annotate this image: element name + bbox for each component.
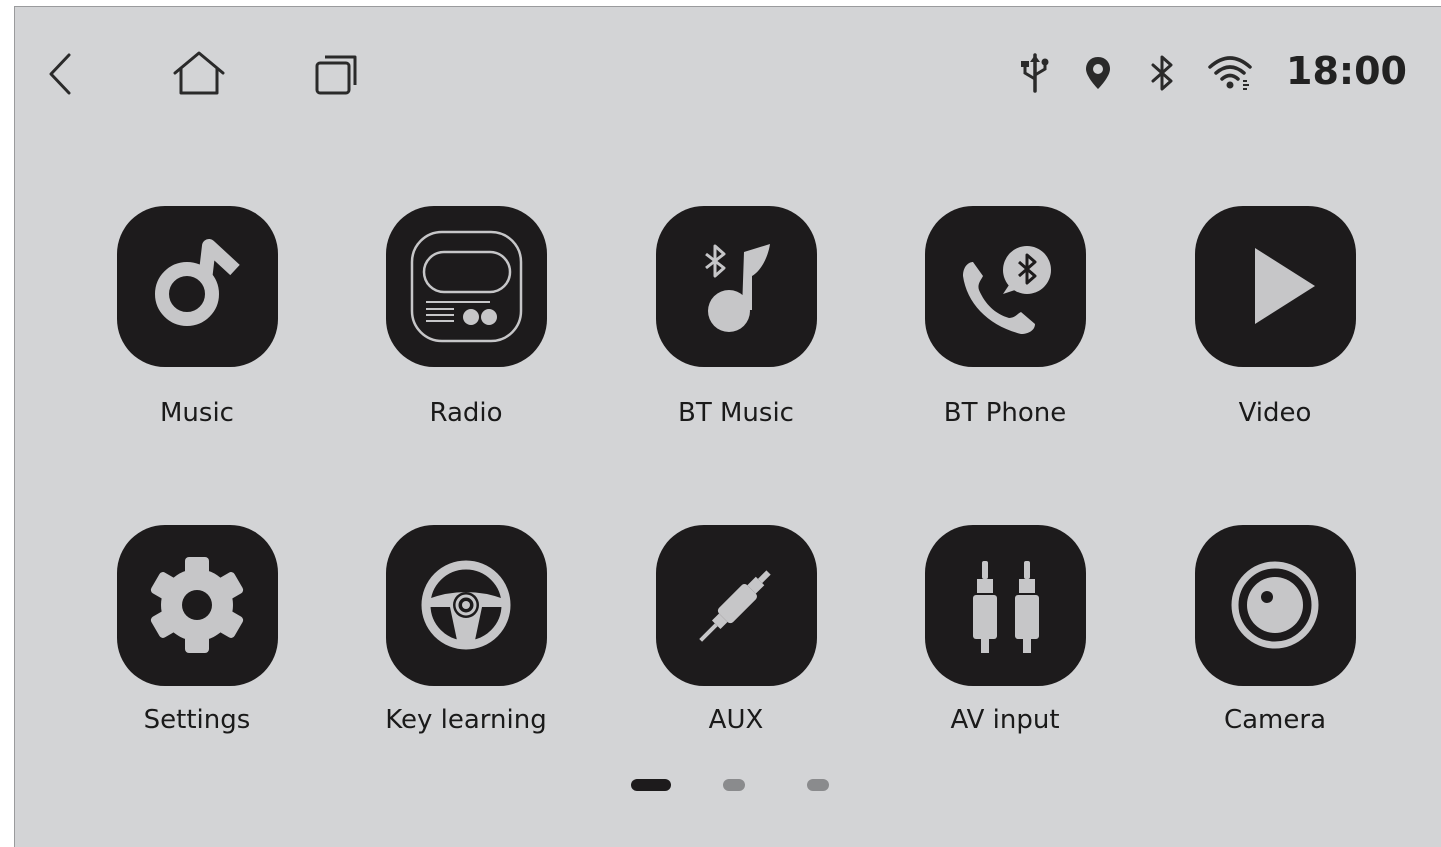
- app-tile[interactable]: [925, 525, 1086, 686]
- app-video[interactable]: Video: [1135, 206, 1375, 456]
- app-settings[interactable]: Settings: [57, 525, 297, 775]
- page-indicator-3[interactable]: [807, 779, 829, 791]
- home-button[interactable]: [169, 49, 229, 99]
- music-note-icon: [155, 239, 240, 326]
- bluetooth-phone-icon: [963, 246, 1051, 334]
- page-indicator-2[interactable]: [723, 779, 745, 791]
- bluetooth-icon: [1151, 55, 1173, 91]
- app-label: Radio: [429, 398, 503, 428]
- gear-icon: [150, 557, 244, 653]
- play-icon: [1255, 248, 1315, 324]
- app-label: BT Music: [678, 398, 794, 428]
- back-icon: [49, 53, 71, 95]
- app-label: Video: [1238, 398, 1312, 428]
- app-av-input[interactable]: AV input: [865, 525, 1105, 775]
- app-bt-music[interactable]: BT Music: [596, 206, 836, 456]
- app-tile[interactable]: [386, 525, 547, 686]
- usb-icon: [1021, 53, 1049, 93]
- page-indicator-1[interactable]: [631, 779, 671, 791]
- app-tile[interactable]: [1195, 206, 1356, 367]
- recent-apps-button[interactable]: [311, 49, 367, 99]
- app-tile[interactable]: [925, 206, 1086, 367]
- app-label: Key learning: [385, 705, 547, 735]
- home-screen: 18:00 Music Radio BT Music BT Phone Vide…: [14, 6, 1441, 847]
- app-tile[interactable]: [117, 206, 278, 367]
- app-tile[interactable]: [656, 525, 817, 686]
- app-tile[interactable]: [117, 525, 278, 686]
- app-label: AV input: [950, 705, 1060, 735]
- app-label: BT Phone: [943, 398, 1067, 428]
- clock: 18:00: [1286, 49, 1407, 93]
- home-icon: [173, 51, 225, 95]
- radio-icon: [410, 230, 523, 343]
- app-label: Settings: [143, 705, 251, 735]
- app-aux[interactable]: AUX: [596, 525, 836, 775]
- app-label: AUX: [708, 705, 764, 735]
- location-icon: [1086, 57, 1110, 89]
- steering-wheel-icon: [421, 560, 511, 650]
- bluetooth-music-icon: [705, 244, 770, 332]
- app-music[interactable]: Music: [57, 206, 297, 456]
- app-radio[interactable]: Radio: [326, 206, 566, 456]
- recent-apps-icon: [315, 55, 357, 95]
- camera-lens-icon: [1231, 561, 1319, 649]
- app-tile[interactable]: [1195, 525, 1356, 686]
- app-tile[interactable]: [656, 206, 817, 367]
- wifi-icon: [1208, 56, 1252, 90]
- app-bt-phone[interactable]: BT Phone: [865, 206, 1105, 456]
- app-label: Camera: [1223, 705, 1327, 735]
- app-tile[interactable]: [386, 206, 547, 367]
- app-camera[interactable]: Camera: [1135, 525, 1375, 775]
- rca-plugs-icon: [973, 561, 1039, 653]
- app-key-learning[interactable]: Key learning: [326, 525, 566, 775]
- app-label: Music: [160, 398, 234, 428]
- back-button[interactable]: [43, 49, 79, 99]
- aux-plug-icon: [699, 570, 771, 642]
